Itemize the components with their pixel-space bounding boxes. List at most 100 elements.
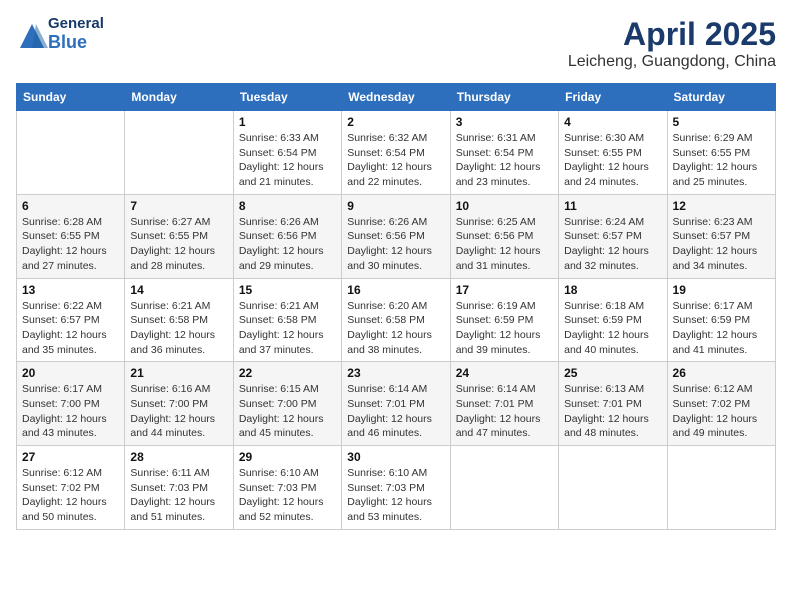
day-number: 23 <box>347 366 444 380</box>
day-detail: Sunrise: 6:20 AMSunset: 6:58 PMDaylight:… <box>347 299 444 358</box>
week-row-5: 27 Sunrise: 6:12 AMSunset: 7:02 PMDayligh… <box>17 446 776 530</box>
day-number: 7 <box>130 199 227 213</box>
calendar-cell: 23 Sunrise: 6:14 AMSunset: 7:01 PMDayligh… <box>342 362 450 446</box>
header: General Blue April 2025 Leicheng, Guangd… <box>16 16 776 71</box>
day-header-thursday: Thursday <box>450 84 558 111</box>
calendar-cell: 12 Sunrise: 6:23 AMSunset: 6:57 PMDayligh… <box>667 194 775 278</box>
calendar-cell: 21 Sunrise: 6:16 AMSunset: 7:00 PMDayligh… <box>125 362 233 446</box>
day-detail: Sunrise: 6:33 AMSunset: 6:54 PMDaylight:… <box>239 131 336 190</box>
calendar-cell: 19Sunrise: 6:17 AMSunset: 6:59 PMDayligh… <box>667 278 775 362</box>
day-detail: Sunrise: 6:22 AMSunset: 6:57 PMDaylight:… <box>22 299 119 358</box>
calendar-cell: 2 Sunrise: 6:32 AMSunset: 6:54 PMDaylight… <box>342 111 450 195</box>
day-number: 15 <box>239 283 336 297</box>
day-detail: Sunrise: 6:16 AMSunset: 7:00 PMDaylight:… <box>130 382 227 441</box>
logo: General Blue <box>16 16 104 52</box>
day-detail: Sunrise: 6:21 AMSunset: 6:58 PMDaylight:… <box>130 299 227 358</box>
week-row-4: 20 Sunrise: 6:17 AMSunset: 7:00 PMDayligh… <box>17 362 776 446</box>
day-detail: Sunrise: 6:23 AMSunset: 6:57 PMDaylight:… <box>673 215 770 274</box>
calendar-cell: 16 Sunrise: 6:20 AMSunset: 6:58 PMDayligh… <box>342 278 450 362</box>
calendar-cell: 15 Sunrise: 6:21 AMSunset: 6:58 PMDayligh… <box>233 278 341 362</box>
day-header-tuesday: Tuesday <box>233 84 341 111</box>
day-detail: Sunrise: 6:21 AMSunset: 6:58 PMDaylight:… <box>239 299 336 358</box>
day-number: 12 <box>673 199 770 213</box>
calendar-cell: 4 Sunrise: 6:30 AMSunset: 6:55 PMDaylight… <box>559 111 667 195</box>
location-subtitle: Leicheng, Guangdong, China <box>568 53 776 71</box>
day-number: 9 <box>347 199 444 213</box>
day-number: 28 <box>130 450 227 464</box>
day-number: 26 <box>673 366 770 380</box>
day-number: 4 <box>564 115 661 129</box>
day-number: 2 <box>347 115 444 129</box>
day-detail: Sunrise: 6:26 AMSunset: 6:56 PMDaylight:… <box>347 215 444 274</box>
day-header-monday: Monday <box>125 84 233 111</box>
calendar-table: SundayMondayTuesdayWednesdayThursdayFrid… <box>16 83 776 530</box>
calendar-cell: 8 Sunrise: 6:26 AMSunset: 6:56 PMDaylight… <box>233 194 341 278</box>
week-row-3: 13 Sunrise: 6:22 AMSunset: 6:57 PMDayligh… <box>17 278 776 362</box>
day-detail: Sunrise: 6:10 AMSunset: 7:03 PMDaylight:… <box>347 466 444 525</box>
day-number: 21 <box>130 366 227 380</box>
calendar-body: 1 Sunrise: 6:33 AMSunset: 6:54 PMDaylight… <box>17 111 776 530</box>
calendar-cell: 30 Sunrise: 6:10 AMSunset: 7:03 PMDayligh… <box>342 446 450 530</box>
day-number: 30 <box>347 450 444 464</box>
day-detail: Sunrise: 6:24 AMSunset: 6:57 PMDaylight:… <box>564 215 661 274</box>
calendar-cell <box>559 446 667 530</box>
week-row-2: 6 Sunrise: 6:28 AMSunset: 6:55 PMDaylight… <box>17 194 776 278</box>
day-detail: Sunrise: 6:28 AMSunset: 6:55 PMDaylight:… <box>22 215 119 274</box>
day-number: 3 <box>456 115 553 129</box>
calendar-cell: 13 Sunrise: 6:22 AMSunset: 6:57 PMDayligh… <box>17 278 125 362</box>
day-detail: Sunrise: 6:25 AMSunset: 6:56 PMDaylight:… <box>456 215 553 274</box>
day-detail: Sunrise: 6:31 AMSunset: 6:54 PMDaylight:… <box>456 131 553 190</box>
day-detail: Sunrise: 6:29 AMSunset: 6:55 PMDaylight:… <box>673 131 770 190</box>
calendar-cell: 20 Sunrise: 6:17 AMSunset: 7:00 PMDayligh… <box>17 362 125 446</box>
calendar-cell: 26 Sunrise: 6:12 AMSunset: 7:02 PMDayligh… <box>667 362 775 446</box>
calendar-cell: 25Sunrise: 6:13 AMSunset: 7:01 PMDayligh… <box>559 362 667 446</box>
logo-icon <box>16 20 44 48</box>
day-header-sunday: Sunday <box>17 84 125 111</box>
day-header-wednesday: Wednesday <box>342 84 450 111</box>
calendar-cell: 17Sunrise: 6:19 AMSunset: 6:59 PMDayligh… <box>450 278 558 362</box>
calendar-cell: 10 Sunrise: 6:25 AMSunset: 6:56 PMDayligh… <box>450 194 558 278</box>
calendar-cell: 9 Sunrise: 6:26 AMSunset: 6:56 PMDaylight… <box>342 194 450 278</box>
logo-general: General <box>48 16 104 33</box>
week-row-1: 1 Sunrise: 6:33 AMSunset: 6:54 PMDaylight… <box>17 111 776 195</box>
calendar-cell: 27 Sunrise: 6:12 AMSunset: 7:02 PMDayligh… <box>17 446 125 530</box>
calendar-cell: 3 Sunrise: 6:31 AMSunset: 6:54 PMDaylight… <box>450 111 558 195</box>
day-detail: Sunrise: 6:26 AMSunset: 6:56 PMDaylight:… <box>239 215 336 274</box>
day-number: 24 <box>456 366 553 380</box>
day-number: 22 <box>239 366 336 380</box>
logo-text: General Blue <box>48 16 104 52</box>
month-year-title: April 2025 <box>568 16 776 53</box>
day-detail: Sunrise: 6:13 AMSunset: 7:01 PMDaylight:… <box>564 382 661 441</box>
day-number: 6 <box>22 199 119 213</box>
day-detail: Sunrise: 6:19 AMSunset: 6:59 PMDaylight:… <box>456 299 553 358</box>
day-number: 10 <box>456 199 553 213</box>
calendar-cell: 7Sunrise: 6:27 AMSunset: 6:55 PMDaylight… <box>125 194 233 278</box>
day-detail: Sunrise: 6:14 AMSunset: 7:01 PMDaylight:… <box>347 382 444 441</box>
day-detail: Sunrise: 6:30 AMSunset: 6:55 PMDaylight:… <box>564 131 661 190</box>
day-detail: Sunrise: 6:10 AMSunset: 7:03 PMDaylight:… <box>239 466 336 525</box>
title-area: April 2025 Leicheng, Guangdong, China <box>568 16 776 71</box>
day-detail: Sunrise: 6:32 AMSunset: 6:54 PMDaylight:… <box>347 131 444 190</box>
calendar-cell <box>450 446 558 530</box>
day-detail: Sunrise: 6:18 AMSunset: 6:59 PMDaylight:… <box>564 299 661 358</box>
day-header-friday: Friday <box>559 84 667 111</box>
day-number: 20 <box>22 366 119 380</box>
day-detail: Sunrise: 6:12 AMSunset: 7:02 PMDaylight:… <box>22 466 119 525</box>
day-number: 27 <box>22 450 119 464</box>
calendar-cell <box>17 111 125 195</box>
calendar-cell: 1 Sunrise: 6:33 AMSunset: 6:54 PMDaylight… <box>233 111 341 195</box>
day-number: 13 <box>22 283 119 297</box>
days-of-week-row: SundayMondayTuesdayWednesdayThursdayFrid… <box>17 84 776 111</box>
day-number: 16 <box>347 283 444 297</box>
day-detail: Sunrise: 6:17 AMSunset: 6:59 PMDaylight:… <box>673 299 770 358</box>
calendar-cell: 24Sunrise: 6:14 AMSunset: 7:01 PMDayligh… <box>450 362 558 446</box>
day-number: 1 <box>239 115 336 129</box>
day-number: 8 <box>239 199 336 213</box>
calendar-cell: 18 Sunrise: 6:18 AMSunset: 6:59 PMDayligh… <box>559 278 667 362</box>
day-detail: Sunrise: 6:12 AMSunset: 7:02 PMDaylight:… <box>673 382 770 441</box>
calendar-cell <box>125 111 233 195</box>
day-number: 18 <box>564 283 661 297</box>
day-detail: Sunrise: 6:17 AMSunset: 7:00 PMDaylight:… <box>22 382 119 441</box>
day-detail: Sunrise: 6:15 AMSunset: 7:00 PMDaylight:… <box>239 382 336 441</box>
calendar-cell: 22 Sunrise: 6:15 AMSunset: 7:00 PMDayligh… <box>233 362 341 446</box>
